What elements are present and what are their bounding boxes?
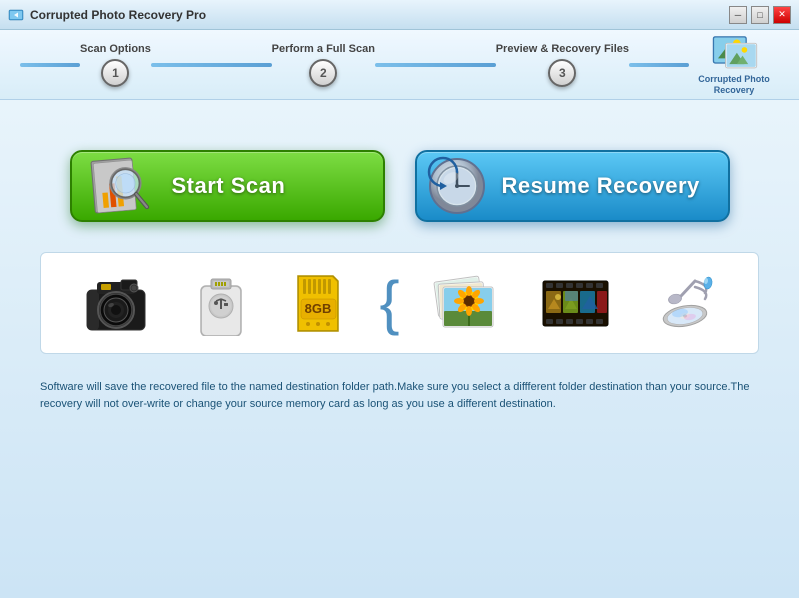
- maximize-button[interactable]: □: [751, 6, 769, 24]
- resume-icon: [427, 156, 487, 216]
- minimize-button[interactable]: ─: [729, 6, 747, 24]
- step-1-label: Scan Options: [80, 43, 151, 55]
- title-bar: Corrupted Photo Recovery Pro ─ □ ✕: [0, 0, 799, 30]
- brace-separator: {: [384, 273, 394, 333]
- photos-icon-item: [431, 271, 501, 336]
- main-content: Start Scan: [0, 100, 799, 598]
- step-3-label: Preview & Recovery Files: [496, 43, 629, 55]
- music-icon: [650, 271, 720, 336]
- usb-drive-icon-item: [191, 271, 251, 336]
- step-line-1-2: [151, 63, 272, 67]
- resume-btn-label: Resume Recovery: [502, 173, 700, 199]
- logo-text: Corrupted Photo Recovery: [698, 74, 770, 97]
- step-1-circle: 1: [101, 59, 129, 87]
- step-line-left: [20, 63, 80, 67]
- film-icon-item: [538, 271, 613, 336]
- step-3: Preview & Recovery Files 3: [496, 43, 629, 87]
- photos-icon: [431, 271, 501, 336]
- camera-icon-item: [79, 268, 154, 338]
- app-icon: [8, 7, 24, 23]
- app-title: Corrupted Photo Recovery Pro: [30, 8, 206, 22]
- resume-recovery-button[interactable]: Resume Recovery: [415, 150, 730, 222]
- step-3-circle: 3: [548, 59, 576, 87]
- scan-icon: [82, 151, 157, 221]
- buttons-row: Start Scan: [40, 150, 759, 222]
- film-icon: [538, 271, 613, 336]
- logo-icon: [707, 32, 762, 72]
- step-2: Perform a Full Scan 2: [272, 43, 375, 87]
- close-button[interactable]: ✕: [773, 6, 791, 24]
- icons-panel: 8GB {: [40, 252, 759, 354]
- title-bar-left: Corrupted Photo Recovery Pro: [8, 7, 206, 23]
- window-controls: ─ □ ✕: [729, 6, 791, 24]
- sdcard-icon-item: 8GB: [288, 271, 348, 336]
- sdcard-icon: 8GB: [288, 271, 348, 336]
- step-line-2-3: [375, 63, 496, 67]
- wizard-steps: Scan Options 1 Perform a Full Scan 2 Pre…: [20, 43, 689, 87]
- logo-area: Corrupted Photo Recovery: [689, 32, 779, 97]
- footer-text: Software will save the recovered file to…: [40, 379, 759, 412]
- step-1: Scan Options 1: [80, 43, 151, 87]
- brace-icon: {: [379, 273, 399, 333]
- steps-bar: Scan Options 1 Perform a Full Scan 2 Pre…: [0, 30, 799, 100]
- camera-icon: [79, 268, 154, 338]
- step-2-circle: 2: [309, 59, 337, 87]
- step-line-right: [629, 63, 689, 67]
- usb-icon: [191, 271, 251, 336]
- music-icon-item: [650, 271, 720, 336]
- start-scan-button[interactable]: Start Scan: [70, 150, 385, 222]
- scan-btn-label: Start Scan: [172, 173, 286, 199]
- svg-text:8GB: 8GB: [304, 301, 331, 316]
- step-2-label: Perform a Full Scan: [272, 43, 375, 55]
